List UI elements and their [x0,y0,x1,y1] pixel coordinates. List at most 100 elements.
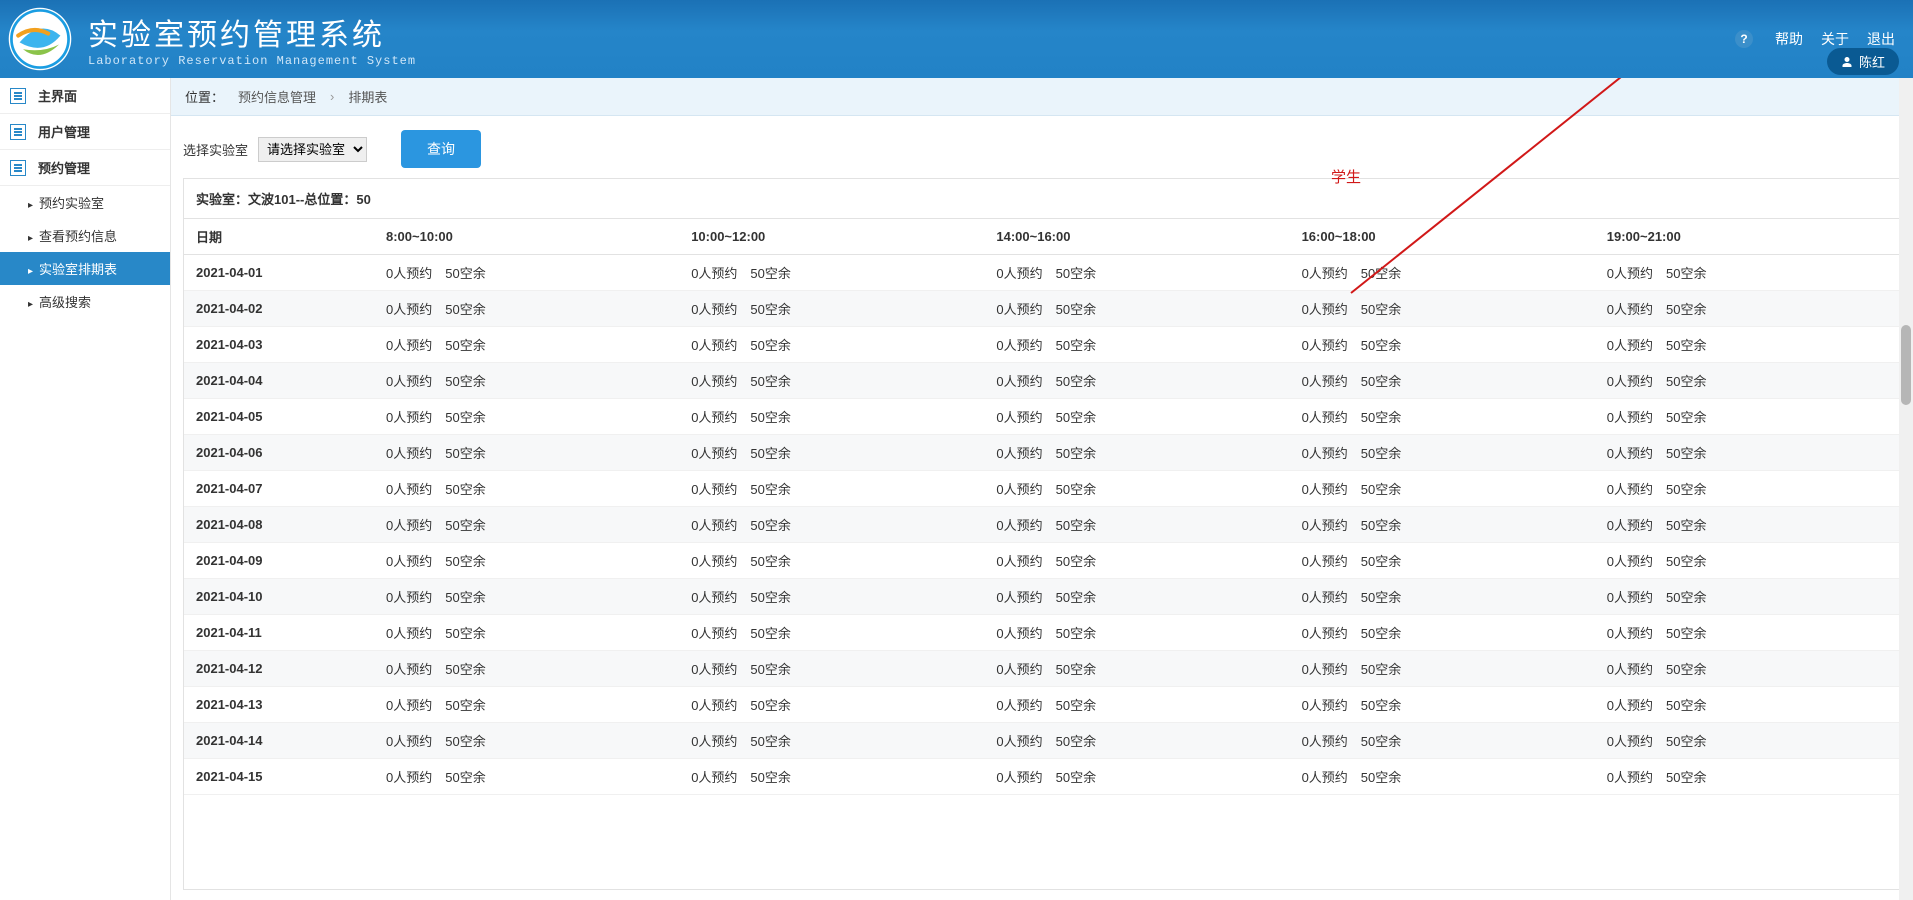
sidebar-sub-item[interactable]: ▸查看预约信息 [0,219,170,252]
slot-cell[interactable]: 0人预约 50空余 [374,615,679,651]
slot-cell[interactable]: 0人预约 50空余 [1290,471,1595,507]
slot-cell[interactable]: 0人预约 50空余 [374,435,679,471]
slot-cell[interactable]: 0人预约 50空余 [1595,759,1900,795]
slot-cell[interactable]: 0人预约 50空余 [984,399,1289,435]
slot-cell[interactable]: 0人预约 50空余 [984,291,1289,327]
slot-cell[interactable]: 0人预约 50空余 [984,651,1289,687]
slot-cell[interactable]: 0人预约 50空余 [374,471,679,507]
slot-cell[interactable]: 0人预约 50空余 [1290,759,1595,795]
vertical-scrollbar[interactable] [1899,78,1913,900]
arrow-icon: ▸ [28,233,33,244]
slot-cell[interactable]: 0人预约 50空余 [679,435,984,471]
slot-cell[interactable]: 0人预约 50空余 [1595,615,1900,651]
logout-link[interactable]: 退出 [1861,29,1901,49]
slot-cell[interactable]: 0人预约 50空余 [1290,723,1595,759]
slot-cell[interactable]: 0人预约 50空余 [1595,327,1900,363]
slot-cell[interactable]: 0人预约 50空余 [1595,471,1900,507]
date-cell: 2021-04-14 [184,723,374,759]
slot-cell[interactable]: 0人预约 50空余 [1290,327,1595,363]
help-icon[interactable]: ? [1735,30,1753,48]
slot-cell[interactable]: 0人预约 50空余 [374,399,679,435]
sidebar-item-user-mgmt[interactable]: 用户管理 [0,114,170,150]
slot-cell[interactable]: 0人预约 50空余 [984,435,1289,471]
date-cell: 2021-04-12 [184,651,374,687]
slot-cell[interactable]: 0人预约 50空余 [374,687,679,723]
slot-cell[interactable]: 0人预约 50空余 [374,363,679,399]
help-link[interactable]: 帮助 [1769,29,1809,49]
slot-cell[interactable]: 0人预约 50空余 [984,363,1289,399]
lab-select[interactable]: 请选择实验室 [258,137,367,162]
query-button[interactable]: 查询 [401,130,481,168]
slot-cell[interactable]: 0人预约 50空余 [679,471,984,507]
breadcrumb-a[interactable]: 预约信息管理 [238,87,316,106]
slot-cell[interactable]: 0人预约 50空余 [374,507,679,543]
table-row: 2021-04-010人预约 50空余0人预约 50空余0人预约 50空余0人预… [184,255,1900,291]
slot-cell[interactable]: 0人预约 50空余 [1290,651,1595,687]
slot-cell[interactable]: 0人预约 50空余 [374,759,679,795]
slot-cell[interactable]: 0人预约 50空余 [679,363,984,399]
slot-cell[interactable]: 0人预约 50空余 [984,579,1289,615]
slot-cell[interactable]: 0人预约 50空余 [679,255,984,291]
slot-cell[interactable]: 0人预约 50空余 [1595,255,1900,291]
slot-cell[interactable]: 0人预约 50空余 [984,759,1289,795]
slot-cell[interactable]: 0人预约 50空余 [679,651,984,687]
slot-cell[interactable]: 0人预约 50空余 [1290,579,1595,615]
slot-cell[interactable]: 0人预约 50空余 [984,255,1289,291]
slot-cell[interactable]: 0人预约 50空余 [679,543,984,579]
slot-cell[interactable]: 0人预约 50空余 [1595,399,1900,435]
about-link[interactable]: 关于 [1815,29,1855,49]
slot-cell[interactable]: 0人预约 50空余 [1595,723,1900,759]
user-button[interactable]: 陈红 [1827,48,1899,75]
main-content: 位置： 预约信息管理 › 排期表 选择实验室 请选择实验室 查询 学生 实验室：… [171,78,1913,900]
slot-cell[interactable]: 0人预约 50空余 [1290,291,1595,327]
slot-cell[interactable]: 0人预约 50空余 [1290,615,1595,651]
slot-cell[interactable]: 0人预约 50空余 [374,255,679,291]
slot-cell[interactable]: 0人预约 50空余 [374,579,679,615]
sidebar-sub-item[interactable]: ▸预约实验室 [0,186,170,219]
slot-cell[interactable]: 0人预约 50空余 [984,327,1289,363]
slot-cell[interactable]: 0人预约 50空余 [374,291,679,327]
slot-cell[interactable]: 0人预约 50空余 [374,651,679,687]
slot-cell[interactable]: 0人预约 50空余 [1290,363,1595,399]
slot-cell[interactable]: 0人预约 50空余 [1290,543,1595,579]
slot-cell[interactable]: 0人预约 50空余 [984,687,1289,723]
slot-cell[interactable]: 0人预约 50空余 [679,507,984,543]
slot-cell[interactable]: 0人预约 50空余 [1595,651,1900,687]
column-header: 8:00~10:00 [374,219,679,255]
slot-cell[interactable]: 0人预约 50空余 [679,399,984,435]
column-header: 19:00~21:00 [1595,219,1900,255]
slot-cell[interactable]: 0人预约 50空余 [374,723,679,759]
sidebar-item-home[interactable]: 主界面 [0,78,170,114]
slot-cell[interactable]: 0人预约 50空余 [679,291,984,327]
slot-cell[interactable]: 0人预约 50空余 [679,579,984,615]
slot-cell[interactable]: 0人预约 50空余 [1290,435,1595,471]
slot-cell[interactable]: 0人预约 50空余 [1595,363,1900,399]
slot-cell[interactable]: 0人预约 50空余 [374,327,679,363]
slot-cell[interactable]: 0人预约 50空余 [984,543,1289,579]
slot-cell[interactable]: 0人预约 50空余 [1290,687,1595,723]
slot-cell[interactable]: 0人预约 50空余 [374,543,679,579]
date-cell: 2021-04-05 [184,399,374,435]
slot-cell[interactable]: 0人预约 50空余 [1290,507,1595,543]
slot-cell[interactable]: 0人预约 50空余 [679,687,984,723]
scrollbar-thumb[interactable] [1901,325,1911,405]
slot-cell[interactable]: 0人预约 50空余 [984,723,1289,759]
sidebar-sub-item[interactable]: ▸高级搜索 [0,285,170,318]
sidebar-sub-item[interactable]: ▸实验室排期表 [0,252,170,285]
slot-cell[interactable]: 0人预约 50空余 [984,507,1289,543]
slot-cell[interactable]: 0人预约 50空余 [679,327,984,363]
slot-cell[interactable]: 0人预约 50空余 [984,471,1289,507]
sidebar-item-reservation-mgmt[interactable]: 预约管理 [0,150,170,186]
slot-cell[interactable]: 0人预约 50空余 [679,615,984,651]
slot-cell[interactable]: 0人预约 50空余 [1290,255,1595,291]
slot-cell[interactable]: 0人预约 50空余 [679,759,984,795]
slot-cell[interactable]: 0人预约 50空余 [1595,435,1900,471]
slot-cell[interactable]: 0人预约 50空余 [1595,543,1900,579]
slot-cell[interactable]: 0人预约 50空余 [679,723,984,759]
slot-cell[interactable]: 0人预约 50空余 [1595,291,1900,327]
slot-cell[interactable]: 0人预约 50空余 [1595,579,1900,615]
slot-cell[interactable]: 0人预约 50空余 [984,615,1289,651]
slot-cell[interactable]: 0人预约 50空余 [1290,399,1595,435]
slot-cell[interactable]: 0人预约 50空余 [1595,687,1900,723]
slot-cell[interactable]: 0人预约 50空余 [1595,507,1900,543]
